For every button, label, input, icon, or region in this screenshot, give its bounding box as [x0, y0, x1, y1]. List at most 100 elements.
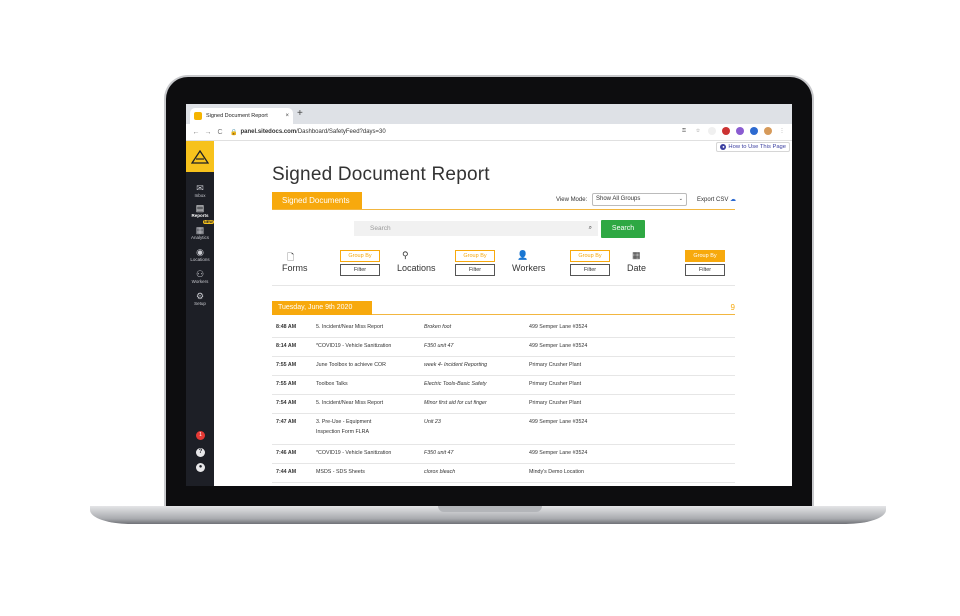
group-by-button[interactable]: Group By	[455, 250, 495, 262]
row-form: 5. Incident/Near Miss Report	[316, 323, 384, 330]
section-divider	[272, 209, 735, 210]
avatar-icon[interactable]	[764, 127, 772, 135]
laptop-notch	[438, 506, 542, 512]
row-note: week 4- Incident Reporting	[424, 362, 488, 368]
export-csv-button[interactable]: Export CSV ☁	[697, 196, 736, 203]
sidebar-item-inbox[interactable]: ✉ Inbox	[186, 183, 214, 199]
lock-icon[interactable]: 🔒	[230, 129, 237, 136]
row-time: 7:55 AM	[276, 381, 297, 387]
filter-label: Forms	[282, 263, 308, 273]
filter-card-locations: ⚲ Locations Group By Filter	[387, 243, 502, 286]
search-input[interactable]: Search ⌕	[354, 221, 598, 236]
sidebar-item-label: Inbox	[194, 193, 206, 198]
row-location: 499 Semper Lane #3524	[529, 324, 588, 330]
row-time: 7:54 AM	[276, 400, 297, 406]
filter-button[interactable]: Filter	[455, 264, 495, 276]
search-icon[interactable]: ⌕	[589, 225, 592, 232]
row-note: Unit 23	[424, 419, 441, 425]
extension-icon[interactable]	[722, 127, 730, 135]
sidebar-item-setup[interactable]: ⚙ Setup	[186, 291, 214, 307]
filter-card-workers: 👤 Workers Group By Filter	[502, 243, 617, 286]
user-icon[interactable]: ●	[196, 463, 205, 472]
table-row[interactable]: 8:48 AM 5. Incident/Near Miss Report Broke…	[272, 319, 735, 338]
search-button[interactable]: Search	[601, 220, 645, 238]
logo-icon	[191, 149, 209, 164]
analytics-icon: ▦	[195, 225, 205, 235]
chevron-down-icon: ⌄	[678, 196, 683, 202]
favicon-icon	[194, 112, 202, 120]
sidebar-item-label: Analytics	[190, 235, 209, 240]
row-location: 499 Semper Lane #3524	[529, 419, 588, 425]
table-row[interactable]: 7:55 AM June Toolbox to achieve COR week 4…	[272, 357, 735, 376]
new-tab-button[interactable]: +	[297, 108, 303, 120]
row-note: F350 unit 47	[424, 450, 454, 456]
filter-label: Workers	[512, 263, 546, 273]
address-bar: ← → C 🔒 panel.sitedocs.com/Dashboard/Saf…	[186, 124, 792, 141]
table-row[interactable]: 7:47 AM 3. Pre-Use - Equipment Inspection…	[272, 414, 735, 445]
row-note: Minor first aid for cut finger	[424, 400, 487, 406]
date-group-label[interactable]: Tuesday, June 9th 2020	[272, 301, 372, 315]
filter-card-forms: 🗋 Forms Group By Filter	[272, 243, 387, 286]
url-domain: panel.sitedocs.com	[240, 129, 297, 135]
date-group-count: 9	[730, 303, 735, 312]
menu-icon[interactable]: ⋮	[778, 127, 786, 135]
star-icon[interactable]: ☆	[694, 127, 702, 135]
row-location: Mindy's Demo Location	[529, 469, 584, 475]
sidebar-item-analytics[interactable]: ▦ Analytics	[186, 225, 214, 241]
info-icon: ●	[720, 144, 727, 150]
page-title: Signed Document Report	[272, 164, 490, 185]
notification-badge[interactable]: 1	[196, 431, 205, 440]
date-group-header: Tuesday, June 9th 2020 9	[272, 301, 735, 315]
row-location: Primary Crusher Plant	[529, 362, 582, 368]
sidebar-item-label: Setup	[194, 301, 206, 306]
row-form: *COVID19 - Vehicle Sanitization	[316, 449, 392, 456]
section-tab[interactable]: Signed Documents	[272, 192, 362, 209]
table-row[interactable]: 7:44 AM MSDS - SDS Sheets clorox bleach Min…	[272, 464, 735, 483]
cloud-download-icon: ☁	[730, 197, 737, 203]
help-link[interactable]: ● How to Use This Page	[716, 142, 790, 152]
extension-icon[interactable]	[750, 127, 758, 135]
filter-button[interactable]: Filter	[570, 264, 610, 276]
row-note: Electric Tools-Basic Safety	[424, 381, 487, 387]
row-time: 7:47 AM	[276, 419, 297, 425]
group-by-button[interactable]: Group By	[685, 250, 725, 262]
reload-icon[interactable]: C	[214, 129, 226, 136]
clipboard-icon: ▤	[195, 203, 205, 213]
forward-icon[interactable]: →	[202, 129, 214, 136]
document-table: 8:48 AM 5. Incident/Near Miss Report Broke…	[272, 319, 735, 483]
extension-icon[interactable]	[708, 127, 716, 135]
group-by-button[interactable]: Group By	[570, 250, 610, 262]
table-row[interactable]: 7:54 AM 5. Incident/Near Miss Report Minor…	[272, 395, 735, 414]
row-form: MSDS - SDS Sheets	[316, 468, 365, 475]
help-icon[interactable]: ?	[196, 448, 205, 457]
sidebar-item-workers[interactable]: ⚇ Workers	[186, 269, 214, 285]
key-icon[interactable]: ⚿	[680, 127, 688, 135]
row-time: 8:48 AM	[276, 324, 297, 330]
filter-label: Locations	[397, 263, 436, 273]
row-note: Broken foot	[424, 324, 452, 330]
close-tab-icon[interactable]: ×	[285, 113, 289, 119]
row-location: Primary Crusher Plant	[529, 400, 582, 406]
table-row[interactable]: 7:55 AM Toolbox Talks Electric Tools-Basic…	[272, 376, 735, 395]
sidebar-item-reports[interactable]: ▤ Reports	[186, 203, 214, 219]
extension-icon[interactable]	[736, 127, 744, 135]
sidebar-item-label: Locations	[190, 257, 210, 262]
view-mode-select[interactable]: Show All Groups ⌄	[592, 193, 687, 206]
group-by-button[interactable]: Group By	[340, 250, 380, 262]
gear-icon: ⚙	[195, 291, 205, 301]
sidebar-item-locations[interactable]: ◉ Locations	[186, 247, 214, 263]
row-time: 8:14 AM	[276, 343, 297, 349]
browser-tab[interactable]: Signed Document Report ×	[190, 108, 293, 124]
row-form: June Toolbox to achieve COR	[316, 361, 386, 368]
filter-label: Date	[627, 263, 647, 273]
table-row[interactable]: 7:46 AM *COVID19 - Vehicle Sanitization F3…	[272, 445, 735, 464]
table-row[interactable]: 8:14 AM *COVID19 - Vehicle Sanitization F3…	[272, 338, 735, 357]
back-icon[interactable]: ←	[190, 129, 202, 136]
filter-row: 🗋 Forms Group By Filter ⚲ Locations Grou…	[272, 243, 735, 286]
url-field[interactable]: panel.sitedocs.com/Dashboard/SafetyFeed?…	[240, 129, 385, 135]
filter-button[interactable]: Filter	[685, 264, 725, 276]
filter-button[interactable]: Filter	[340, 264, 380, 276]
row-location: 499 Semper Lane #3524	[529, 343, 588, 349]
logo[interactable]	[186, 141, 214, 172]
search-placeholder: Search	[370, 225, 391, 232]
